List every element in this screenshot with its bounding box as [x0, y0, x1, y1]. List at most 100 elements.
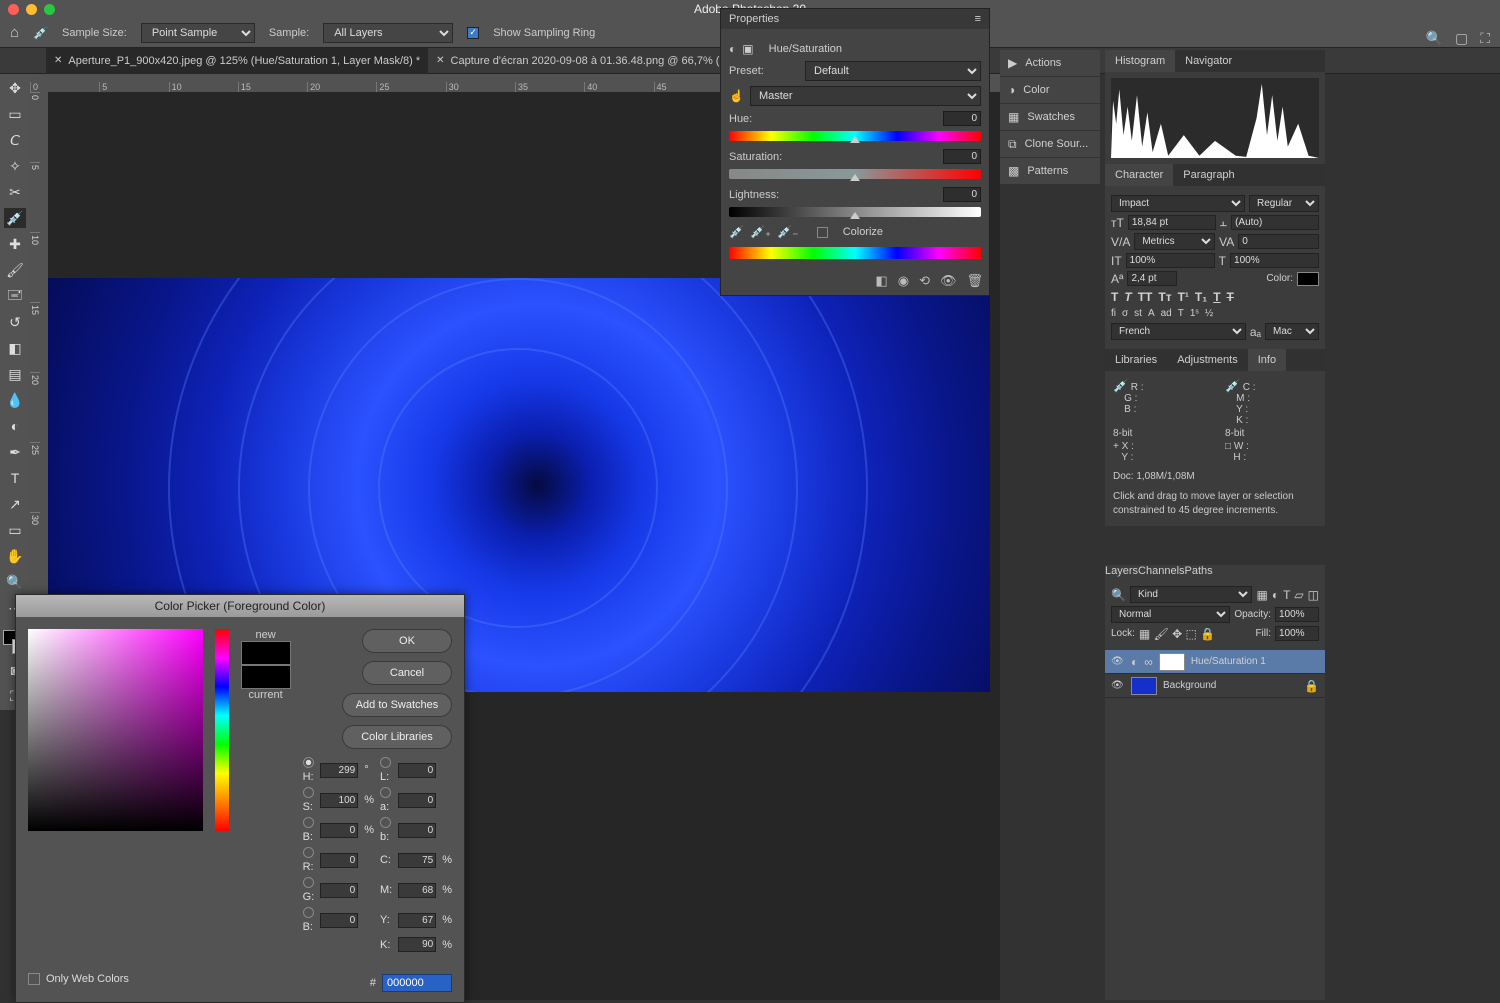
language-select[interactable]: French	[1111, 323, 1246, 340]
tab-navigator[interactable]: Navigator	[1175, 50, 1242, 72]
move-tool[interactable]: ✥	[4, 78, 26, 98]
color-field[interactable]	[28, 629, 203, 831]
gradient-tool[interactable]: ▤	[4, 364, 26, 384]
search-icon[interactable]: 🔍	[1111, 588, 1126, 602]
dodge-tool[interactable]: ◐	[4, 416, 26, 436]
opacity-input[interactable]	[1275, 607, 1319, 622]
filter-smart-icon[interactable]: ◫	[1308, 588, 1319, 602]
panel-patterns[interactable]: ▩Patterns	[1000, 158, 1100, 185]
lightness-slider[interactable]	[729, 207, 981, 217]
layer-row-background[interactable]: 👁Background🔒	[1105, 674, 1325, 698]
kerning-select[interactable]: Metrics	[1134, 233, 1215, 250]
layer-thumb[interactable]	[1131, 677, 1157, 695]
type-style-buttons[interactable]: TTTTTтT¹T₁TT	[1111, 290, 1319, 304]
clip-icon[interactable]: ◧	[875, 273, 887, 289]
history-brush-tool[interactable]: ↺	[4, 312, 26, 332]
blend-select[interactable]: Normal	[1111, 606, 1230, 623]
channel-select[interactable]: Master	[750, 86, 981, 106]
baseline-input[interactable]	[1127, 271, 1177, 286]
m-input[interactable]	[398, 883, 436, 898]
radio-h[interactable]	[303, 757, 314, 768]
tab-layers[interactable]: Layers	[1105, 565, 1138, 577]
aa-select[interactable]: Mac	[1265, 323, 1319, 340]
lasso-tool[interactable]: 𝘊	[4, 130, 26, 150]
colorize-checkbox[interactable]	[817, 227, 828, 238]
l-input[interactable]	[398, 763, 436, 778]
font-select[interactable]: Impact	[1111, 195, 1245, 212]
panel-actions[interactable]: ▶Actions	[1000, 50, 1100, 77]
weight-select[interactable]: Regular	[1249, 195, 1319, 212]
opentype-buttons[interactable]: fiσstAadT1ˢ½	[1111, 308, 1319, 319]
k-input[interactable]	[398, 937, 436, 952]
hue-value[interactable]	[943, 111, 981, 126]
layer-mask-thumb[interactable]	[1159, 653, 1185, 671]
radio-g[interactable]	[303, 877, 314, 888]
visibility-icon[interactable]: 👁	[940, 273, 957, 289]
home-icon[interactable]: ⌂	[10, 24, 19, 41]
window-traffic-lights[interactable]	[8, 4, 55, 15]
tab-paths[interactable]: Paths	[1185, 565, 1213, 577]
radio-b2[interactable]	[380, 817, 391, 828]
ok-button[interactable]: OK	[362, 629, 452, 653]
textcolor-swatch[interactable]	[1297, 272, 1319, 286]
lock-icons[interactable]: ▦ 🖌 ✥ ⬚ 🔒	[1139, 627, 1215, 641]
tab-paragraph[interactable]: Paragraph	[1173, 164, 1244, 186]
eyedropper-minus-icon[interactable]: 💉₋	[777, 225, 798, 239]
y-input[interactable]	[398, 913, 436, 928]
vscale-input[interactable]	[1126, 253, 1215, 268]
radio-b[interactable]	[303, 817, 314, 828]
delete-icon[interactable]: 🗑	[966, 273, 983, 289]
eyedropper-tool[interactable]: 💉	[4, 208, 26, 228]
cancel-button[interactable]: Cancel	[362, 661, 452, 685]
sample-size-select[interactable]: Point Sample	[141, 23, 255, 43]
preset-select[interactable]: Default	[805, 61, 981, 81]
fontsize-input[interactable]	[1128, 215, 1216, 230]
shape-tool[interactable]: ▭	[4, 520, 26, 540]
reset-icon[interactable]: ⟲	[919, 273, 930, 289]
fill-input[interactable]	[1275, 626, 1319, 641]
tab-character[interactable]: Character	[1105, 164, 1173, 186]
close-icon[interactable]: ✕	[436, 55, 444, 66]
tab-channels[interactable]: Channels	[1138, 565, 1184, 577]
hue-strip[interactable]	[215, 629, 228, 831]
bhsb-input[interactable]	[320, 823, 358, 838]
panel-menu-icon[interactable]: ≡	[975, 13, 981, 25]
panel-swatches[interactable]: ▦Swatches	[1000, 104, 1100, 131]
panel-color[interactable]: ◑Color	[1000, 77, 1100, 104]
pen-tool[interactable]: ✒	[4, 442, 26, 462]
radio-s[interactable]	[303, 787, 314, 798]
eyedropper-icon[interactable]: 💉	[729, 225, 744, 239]
radio-l[interactable]	[380, 757, 391, 768]
crop-tool[interactable]: ✂	[4, 182, 26, 202]
sample-select[interactable]: All Layers	[323, 23, 453, 43]
scrubby-icon[interactable]: ☝	[729, 89, 744, 103]
brush-tool[interactable]: 🖌	[4, 260, 26, 280]
web-colors-checkbox[interactable]	[28, 973, 40, 985]
visibility-icon[interactable]: 👁	[1111, 680, 1125, 691]
r-input[interactable]	[320, 853, 358, 868]
layer-row-huesat[interactable]: 👁◐∞Hue/Saturation 1	[1105, 650, 1325, 674]
panel-clone[interactable]: ⧉Clone Sour...	[1000, 131, 1100, 158]
saturation-value[interactable]	[943, 149, 981, 164]
visibility-icon[interactable]: 👁	[1111, 656, 1125, 667]
doc-tab-1[interactable]: ✕Aperture_P1_900x420.jpeg @ 125% (Hue/Sa…	[46, 48, 428, 74]
marquee-tool[interactable]: ▭	[4, 104, 26, 124]
magic-wand-tool[interactable]: ✧	[4, 156, 26, 176]
close-icon[interactable]: ✕	[54, 55, 62, 66]
type-tool[interactable]: T	[4, 468, 26, 488]
eraser-tool[interactable]: ◧	[4, 338, 26, 358]
radio-a[interactable]	[380, 787, 391, 798]
radio-r[interactable]	[303, 847, 314, 858]
zoom-tool[interactable]: 🔍	[4, 572, 26, 592]
tab-info[interactable]: Info	[1248, 349, 1286, 371]
prev-icon[interactable]: ◉	[898, 273, 909, 289]
blur-tool[interactable]: 💧	[4, 390, 26, 410]
saturation-slider[interactable]	[729, 169, 981, 179]
heal-tool[interactable]: ✚	[4, 234, 26, 254]
add-swatch-button[interactable]: Add to Swatches	[342, 693, 452, 717]
tracking-input[interactable]	[1238, 234, 1319, 249]
leading-input[interactable]	[1231, 215, 1319, 230]
workspace-icons[interactable]: 🔍▢⛶	[1426, 30, 1490, 47]
brgb-input[interactable]	[320, 913, 358, 928]
lab-b-input[interactable]	[398, 823, 436, 838]
